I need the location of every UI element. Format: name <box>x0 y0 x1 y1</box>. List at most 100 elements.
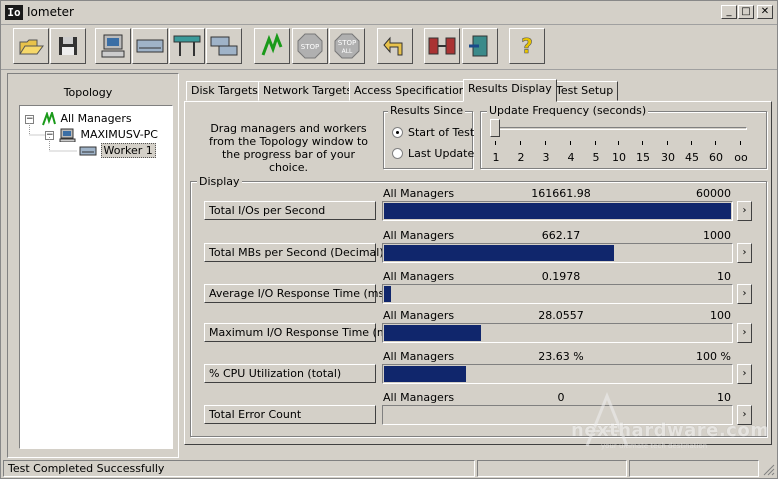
metric-select-button[interactable]: Total MBs per Second (Decimal) <box>204 243 384 262</box>
slider-tick-label: 15 <box>636 151 650 164</box>
display-label: Display <box>197 175 242 188</box>
slider-tick-label: 30 <box>661 151 675 164</box>
update-frequency-label: Update Frequency (seconds) <box>487 104 649 117</box>
disconnect-button[interactable] <box>424 28 460 64</box>
row-manager-label: All Managers <box>383 350 455 363</box>
slider-tick <box>595 141 596 145</box>
status-pane-3 <box>629 460 759 477</box>
row-value: 0.1978 <box>541 270 581 283</box>
new-network-worker-button[interactable] <box>169 28 205 64</box>
row-max: 10 <box>717 391 731 404</box>
tab-disk-targets[interactable]: Disk Targets <box>186 81 263 101</box>
slider-tick <box>570 141 571 145</box>
minimize-button[interactable]: _ <box>721 5 737 19</box>
slider-tick <box>642 141 643 145</box>
slider-tick-label: 60 <box>709 151 723 164</box>
duplicate-worker-icon <box>210 36 238 56</box>
metric-select-button[interactable]: Maximum I/O Response Time (ms) <box>204 323 398 342</box>
start-of-test-radio[interactable] <box>392 127 403 138</box>
tree-lines <box>29 123 77 152</box>
exit-button[interactable] <box>462 28 498 64</box>
slider-tick-label: 45 <box>685 151 699 164</box>
start-tests-icon <box>261 33 283 56</box>
tab-test-setup[interactable]: Test Setup <box>551 81 619 101</box>
last-update-radio[interactable] <box>392 148 403 159</box>
tab-access-specifications[interactable]: Access Specifications <box>349 81 477 101</box>
svg-text:STOP: STOP <box>338 39 356 47</box>
row-arrow-button[interactable]: › <box>737 243 752 263</box>
last-update-label[interactable]: Last Update <box>408 147 474 160</box>
status-bar: Test Completed Successfully <box>1 459 777 478</box>
progress-bar[interactable] <box>382 405 733 425</box>
slider-tick <box>545 141 546 145</box>
reset-workers-button[interactable] <box>377 28 413 64</box>
slider-tick <box>691 141 692 145</box>
resize-grip-icon[interactable] <box>761 462 775 476</box>
slider-tick-label: 4 <box>567 151 575 164</box>
metric-select-button[interactable]: Total I/Os per Second <box>204 201 376 220</box>
row-max: 60000 <box>696 187 731 200</box>
progress-bar[interactable] <box>382 323 733 343</box>
close-button[interactable]: ✕ <box>757 5 773 19</box>
stop-all-button[interactable]: STOP ALL <box>329 28 365 64</box>
maximize-button[interactable]: □ <box>738 5 754 19</box>
slider-tick-label: 3 <box>542 151 550 164</box>
save-config-button[interactable] <box>50 28 86 64</box>
row-value: 662.17 <box>541 229 581 242</box>
new-disk-worker-button[interactable] <box>132 28 168 64</box>
svg-text:STOP: STOP <box>301 43 319 51</box>
update-frequency-track[interactable] <box>493 127 747 130</box>
tab-results-display[interactable]: Results Display <box>463 79 557 102</box>
reset-workers-icon <box>383 36 403 56</box>
row-arrow-button[interactable]: › <box>737 284 752 304</box>
start-tests-button[interactable] <box>254 28 290 64</box>
drag-instructions: Drag managers and workers from the Topol… <box>209 122 368 174</box>
metric-select-button[interactable]: Total Error Count <box>204 405 376 424</box>
new-manager-icon <box>101 34 125 58</box>
duplicate-worker-button[interactable] <box>206 28 242 64</box>
exit-icon <box>469 35 488 57</box>
slider-tick-label: 5 <box>592 151 600 164</box>
start-of-test-label[interactable]: Start of Test <box>408 126 474 139</box>
tab-network-targets[interactable]: Network Targets <box>258 81 358 101</box>
progress-bar-fill <box>384 203 731 219</box>
tree-item-label: Worker 1 <box>100 143 156 158</box>
save-config-icon <box>59 37 77 55</box>
row-manager-label: All Managers <box>383 187 455 200</box>
row-arrow-button[interactable]: › <box>737 201 752 221</box>
row-manager-label: All Managers <box>383 391 455 404</box>
open-config-button[interactable] <box>13 28 49 64</box>
slider-tick <box>715 141 716 145</box>
slider-tick <box>618 141 619 145</box>
slider-tick <box>495 141 496 145</box>
stop-test-button[interactable]: STOP <box>292 28 328 64</box>
open-config-icon <box>19 39 44 55</box>
metric-select-button[interactable]: % CPU Utilization (total) <box>204 364 376 383</box>
metric-select-button[interactable]: Average I/O Response Time (ms) <box>204 284 389 303</box>
slider-tick-label: 10 <box>612 151 626 164</box>
row-value: 161661.98 <box>531 187 591 200</box>
help-button[interactable]: ? <box>509 28 545 64</box>
row-max: 10 <box>717 270 731 283</box>
row-arrow-button[interactable]: › <box>737 405 752 425</box>
progress-bar-fill <box>384 325 482 341</box>
slider-tick-label: 1 <box>492 151 500 164</box>
status-text: Test Completed Successfully <box>3 460 475 477</box>
progress-bar[interactable] <box>382 243 733 263</box>
results-since-group <box>383 111 473 169</box>
row-manager-label: All Managers <box>383 309 455 322</box>
progress-bar[interactable] <box>382 364 733 384</box>
slider-tick <box>520 141 521 145</box>
progress-bar[interactable] <box>382 284 733 304</box>
progress-bar[interactable] <box>382 201 733 221</box>
new-manager-button[interactable] <box>95 28 131 64</box>
new-network-worker-icon <box>173 35 201 56</box>
row-arrow-button[interactable]: › <box>737 364 752 384</box>
slider-tick <box>740 141 741 145</box>
row-arrow-button[interactable]: › <box>737 323 752 343</box>
title-bar: Io Iometer _ □ ✕ <box>1 1 777 25</box>
tree-item-label: MAXIMUSV-PC <box>80 128 158 141</box>
results-since-label: Results Since <box>388 104 466 117</box>
tree-item-worker[interactable]: Worker 1 <box>79 143 156 158</box>
update-frequency-slider[interactable] <box>490 119 500 137</box>
